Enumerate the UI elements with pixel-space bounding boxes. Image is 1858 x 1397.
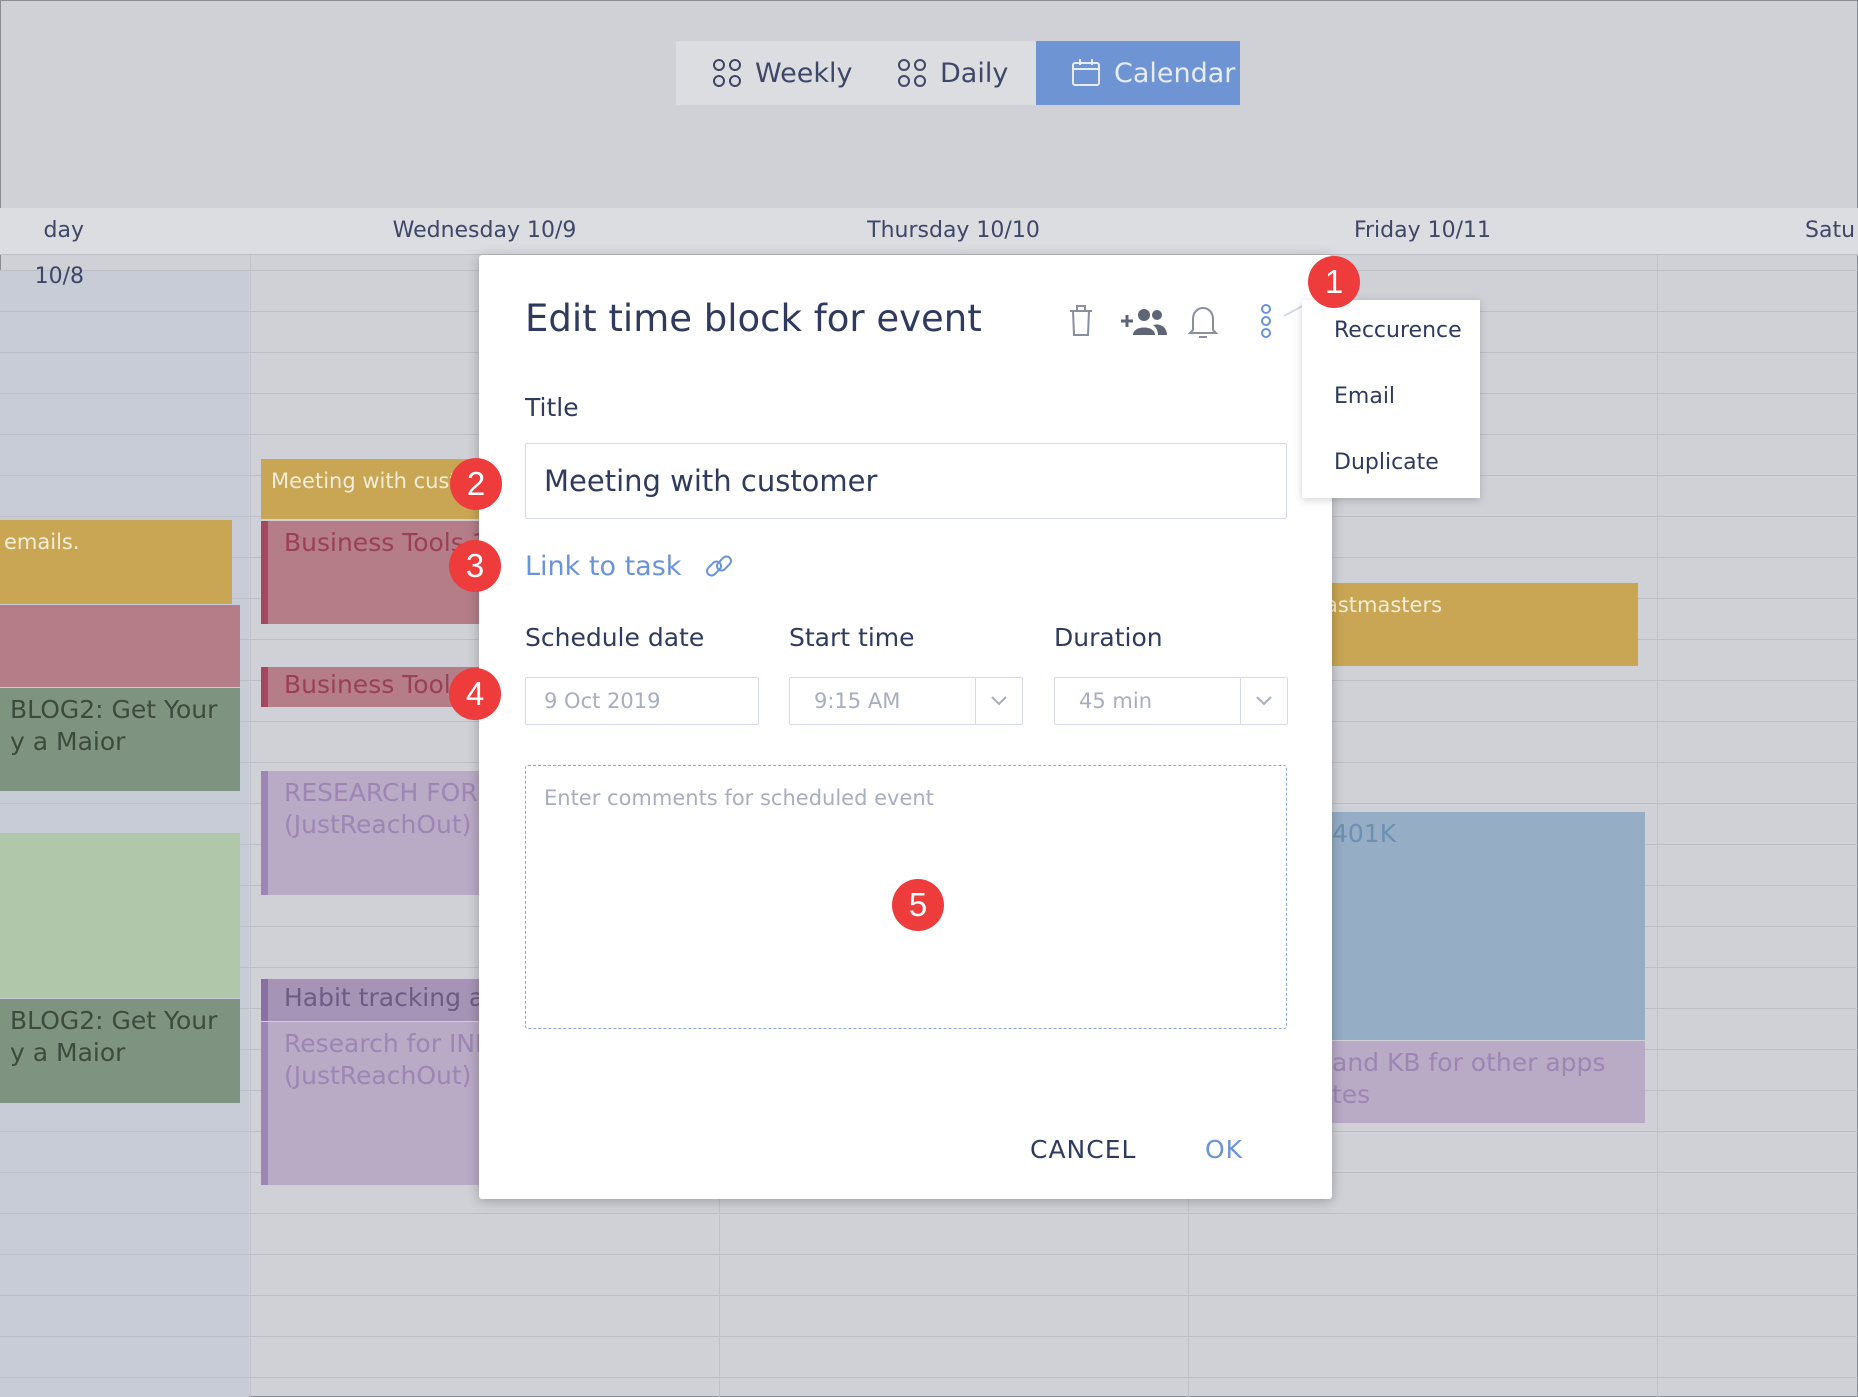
menu-item-email[interactable]: Email bbox=[1334, 384, 1395, 409]
event-business-tools-2-label: Business Tools bbox=[284, 670, 464, 699]
duration-value: 45 min bbox=[1079, 689, 1152, 713]
event-left-blog-1-line2: y a Maior bbox=[10, 727, 126, 756]
schedule-date-label: Schedule date bbox=[525, 623, 705, 652]
event-research-1-line2: (JustReachOut) - bbox=[284, 810, 481, 839]
duration-select[interactable]: 45 min bbox=[1054, 677, 1288, 725]
calendar-label: Calendar bbox=[1114, 57, 1236, 89]
event-business-tools-2[interactable]: Business Tools bbox=[261, 667, 481, 707]
event-research-1[interactable]: RESEARCH FOR IN (JustReachOut) - bbox=[261, 771, 481, 895]
event-emails[interactable]: emails. bbox=[0, 520, 232, 604]
dialog-title: Edit time block for event bbox=[525, 297, 982, 340]
callout-3: 3 bbox=[449, 540, 501, 592]
event-left-blog-2-line1: BLOG2: Get Your bbox=[10, 1006, 218, 1035]
link-icon bbox=[706, 555, 733, 577]
event-left-red[interactable] bbox=[0, 605, 240, 687]
start-time-value: 9:15 AM bbox=[814, 689, 901, 713]
event-meeting-label: Meeting with cust bbox=[271, 469, 458, 493]
view-switcher: Weekly Daily Calendar bbox=[676, 41, 1240, 105]
day-tuesday[interactable]: day 10/8 bbox=[0, 208, 84, 289]
weekly-label: Weekly bbox=[755, 57, 853, 89]
event-left-blog-1-line1: BLOG2: Get Your bbox=[10, 695, 218, 724]
day-thursday[interactable]: Thursday 10/10 bbox=[719, 208, 1188, 254]
event-left-blog-2-line2: y a Maior bbox=[10, 1038, 126, 1067]
day-saturday[interactable]: Satu bbox=[1805, 208, 1858, 254]
daily-label: Daily bbox=[940, 57, 1009, 89]
link-to-task[interactable]: Link to task bbox=[525, 550, 735, 582]
event-left-green[interactable] bbox=[0, 833, 240, 998]
event-401k-label: 401K bbox=[1332, 819, 1397, 848]
event-meeting-with-customer[interactable]: Meeting with cust bbox=[261, 459, 481, 519]
menu-item-duplicate[interactable]: Duplicate bbox=[1334, 450, 1439, 475]
trash-icon[interactable] bbox=[1068, 305, 1094, 337]
comments-placeholder: Enter comments for scheduled event bbox=[544, 786, 934, 810]
daily-view-button[interactable]: Daily bbox=[870, 41, 1036, 105]
event-kb-line1: and KB for other apps bbox=[1332, 1048, 1606, 1077]
event-left-blog-1[interactable]: BLOG2: Get Your y a Maior bbox=[0, 688, 240, 791]
day-header: day 10/8 Wednesday 10/9 Thursday 10/10 F… bbox=[0, 208, 1858, 289]
daily-icon bbox=[898, 59, 926, 87]
start-time-label: Start time bbox=[789, 623, 915, 652]
duration-label: Duration bbox=[1054, 623, 1163, 652]
event-kb-line2: tes bbox=[1332, 1080, 1371, 1109]
title-input[interactable]: Meeting with customer bbox=[525, 443, 1287, 519]
event-left-blog-2[interactable]: BLOG2: Get Your y a Maior bbox=[0, 999, 240, 1103]
event-401k[interactable]: 401K bbox=[1320, 812, 1645, 1040]
more-vertical-icon[interactable] bbox=[1259, 303, 1273, 339]
weekly-view-button[interactable]: Weekly bbox=[676, 41, 870, 105]
event-emails-label: emails. bbox=[4, 530, 80, 554]
cancel-button[interactable]: CANCEL bbox=[1030, 1135, 1136, 1164]
day-wednesday[interactable]: Wednesday 10/9 bbox=[250, 208, 719, 254]
event-toastmasters[interactable]: astmasters bbox=[1320, 583, 1638, 666]
event-business-tools-1[interactable]: Business Tools 1 bbox=[261, 521, 481, 624]
event-habit-tracking[interactable]: Habit tracking ap bbox=[261, 979, 481, 1021]
calendar-view-button[interactable]: Calendar bbox=[1036, 41, 1240, 105]
callout-2: 2 bbox=[450, 458, 502, 510]
callout-5: 5 bbox=[892, 879, 944, 931]
day-friday[interactable]: Friday 10/11 bbox=[1188, 208, 1657, 254]
event-research-2-line1: Research for INFL bbox=[284, 1029, 481, 1058]
ok-button[interactable]: OK bbox=[1205, 1135, 1243, 1164]
add-people-icon[interactable] bbox=[1120, 307, 1168, 337]
schedule-date-input[interactable]: 9 Oct 2019 bbox=[525, 677, 759, 725]
event-research-2-line2: (JustReachOut) - bbox=[284, 1061, 481, 1090]
schedule-date-value: 9 Oct 2019 bbox=[544, 689, 661, 713]
edit-time-block-dialog: Edit time block for event Title Meeting … bbox=[479, 255, 1332, 1199]
link-to-task-label: Link to task bbox=[525, 550, 682, 582]
start-time-dropdown[interactable] bbox=[975, 678, 1022, 724]
weekly-icon bbox=[713, 59, 741, 87]
event-habit-tracking-label: Habit tracking ap bbox=[284, 983, 481, 1012]
chevron-down-icon bbox=[1256, 696, 1272, 706]
callout-1: 1 bbox=[1308, 256, 1360, 308]
more-options-menu: Reccurence Email Duplicate bbox=[1302, 300, 1480, 498]
event-toastmasters-label: astmasters bbox=[1325, 593, 1443, 617]
calendar-icon bbox=[1072, 59, 1100, 86]
start-time-select[interactable]: 9:15 AM bbox=[789, 677, 1023, 725]
bell-icon[interactable] bbox=[1188, 305, 1218, 339]
menu-item-reccurence[interactable]: Reccurence bbox=[1334, 318, 1462, 343]
duration-dropdown[interactable] bbox=[1240, 678, 1287, 724]
callout-4: 4 bbox=[449, 668, 501, 720]
event-kb-other-apps[interactable]: and KB for other apps tes bbox=[1320, 1041, 1645, 1123]
event-research-1-line1: RESEARCH FOR IN bbox=[284, 778, 481, 807]
event-research-2[interactable]: Research for INFL (JustReachOut) - bbox=[261, 1022, 481, 1185]
chevron-down-icon bbox=[991, 696, 1007, 706]
title-label: Title bbox=[525, 393, 579, 422]
